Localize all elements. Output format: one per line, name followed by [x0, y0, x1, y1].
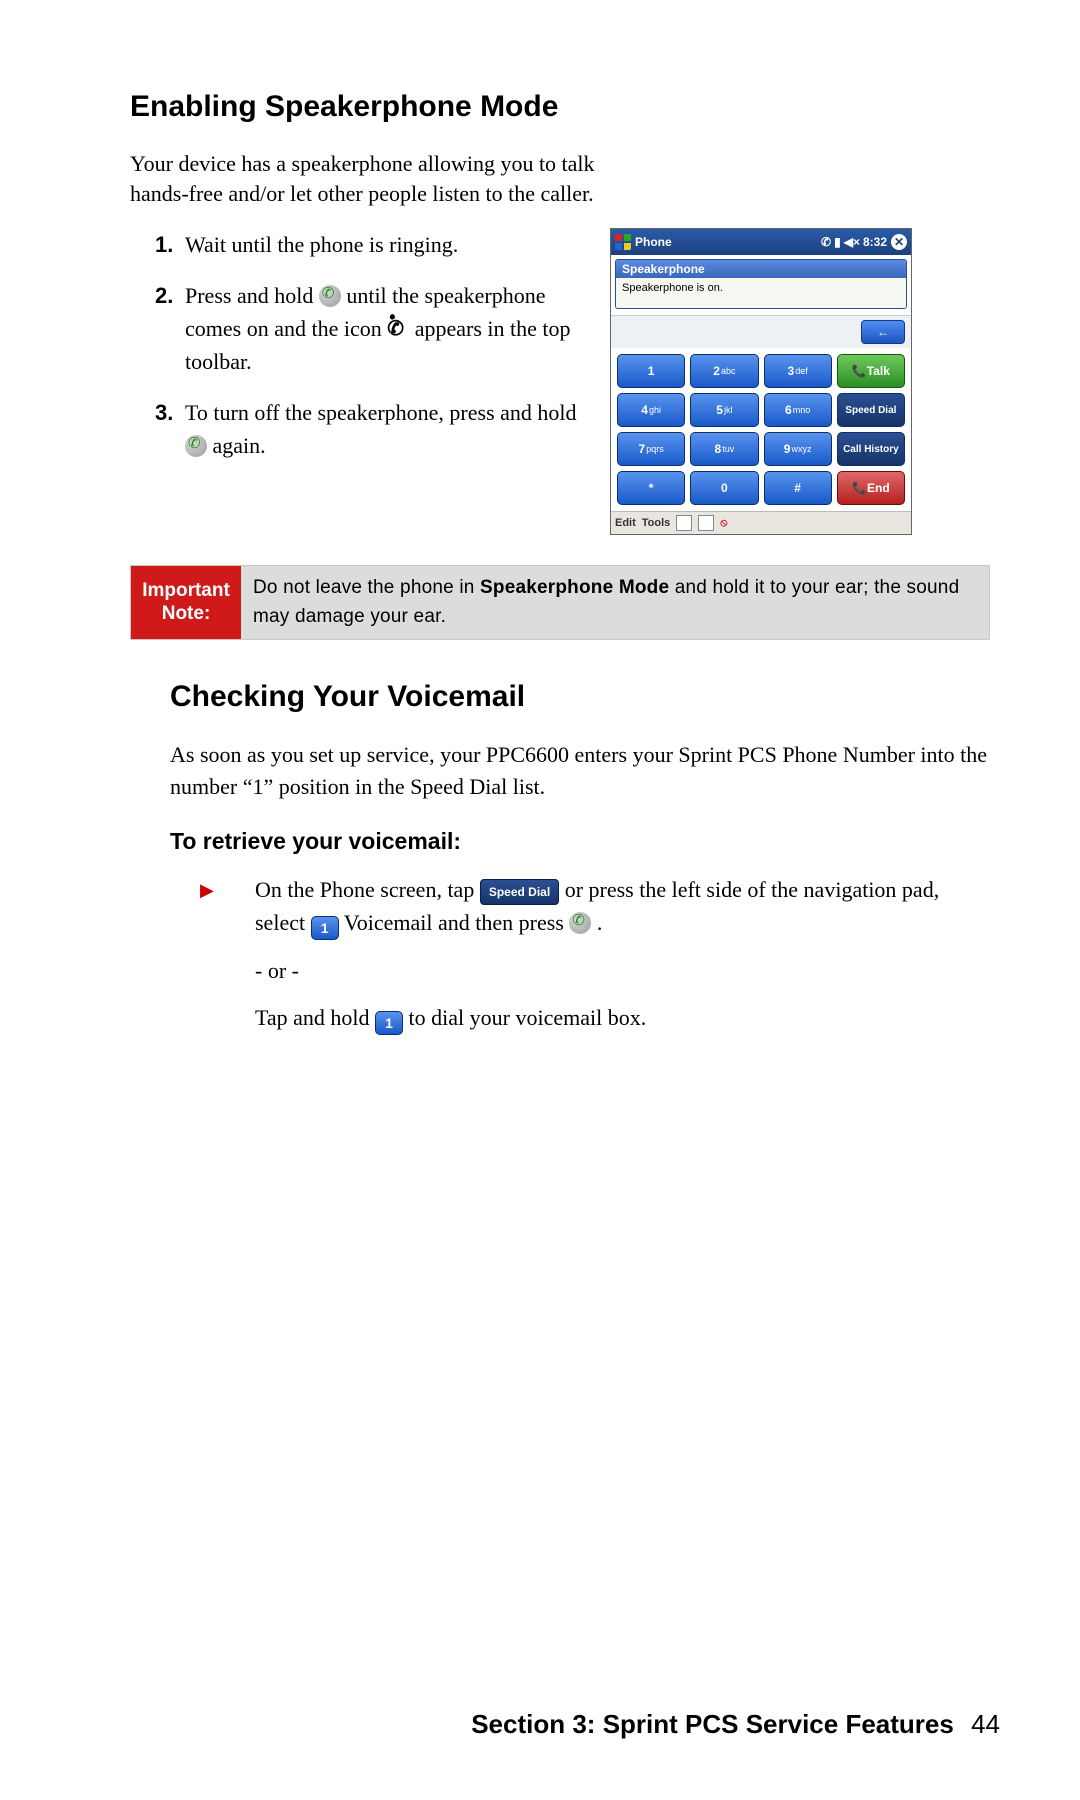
step-3-num: 3.	[155, 396, 173, 429]
talk-button-icon	[185, 435, 207, 457]
important-note-label: Important Note:	[131, 566, 241, 639]
step-2-text-a: Press and hold	[185, 283, 319, 308]
popup-title: Speakerphone	[616, 260, 906, 278]
key-7: 7pqrs	[617, 432, 685, 466]
step-1-num: 1.	[155, 228, 173, 261]
key-3: 3def	[764, 354, 832, 388]
key-talk: 📞 Talk	[837, 354, 905, 388]
key-8: 8tuv	[690, 432, 758, 466]
popup-body: Speakerphone is on.	[616, 278, 906, 308]
key-2: 2abc	[690, 354, 758, 388]
key-5: 5jkl	[690, 393, 758, 427]
speakerphone-indicator-icon	[387, 318, 409, 340]
step-1: 1. Wait until the phone is ringing.	[130, 228, 590, 261]
start-flag-icon	[615, 234, 631, 250]
device-display-row: ←	[611, 316, 911, 348]
menu-edit: Edit	[615, 517, 636, 529]
step-2-num: 2.	[155, 279, 173, 312]
speakerphone-status-icon: ✆	[821, 235, 831, 249]
device-titlebar: Phone ✆ ▮ ◀× 8:32 ✕	[611, 229, 911, 255]
mute-icon: ⦸	[720, 517, 727, 530]
page-number: 44	[971, 1709, 1000, 1739]
close-icon: ✕	[891, 234, 907, 250]
heading-voicemail: Checking Your Voicemail	[170, 680, 990, 714]
speed-dial-button-icon: Speed Dial	[480, 879, 559, 905]
subheading-retrieve: To retrieve your voicemail:	[170, 828, 990, 855]
contacts-icon	[698, 515, 714, 531]
key-9: 9wxyz	[764, 432, 832, 466]
talk-button-icon	[569, 912, 591, 934]
key-hash: #	[764, 471, 832, 505]
important-note-box: Important Note: Do not leave the phone i…	[130, 565, 990, 640]
backspace-key: ←	[861, 320, 905, 344]
key-0: 0	[690, 471, 758, 505]
voicemail-step-1: ▶ On the Phone screen, tap Speed Dial or…	[170, 873, 990, 940]
step-3: 3. To turn off the speakerphone, press a…	[130, 396, 590, 462]
heading-speakerphone: Enabling Speakerphone Mode	[130, 90, 990, 124]
step-3-text-a: To turn off the speakerphone, press and …	[185, 400, 577, 425]
talk-button-icon	[319, 285, 341, 307]
important-note-text: Do not leave the phone in Speakerphone M…	[241, 566, 989, 639]
status-icons: ✆ ▮ ◀× 8:32	[821, 235, 887, 249]
volume-icon: ◀×	[844, 235, 860, 249]
key-1: 1	[617, 354, 685, 388]
key-6: 6mno	[764, 393, 832, 427]
key-end: 📞 End	[837, 471, 905, 505]
device-title: Phone	[635, 235, 672, 249]
device-keypad: 1 2abc 3def 📞 Talk 4ghi 5jkl 6mno Speed …	[611, 348, 911, 511]
clock-text: 8:32	[863, 235, 887, 249]
footer-section: Section 3: Sprint PCS Service Features	[471, 1709, 954, 1739]
key-1-icon: 1	[311, 916, 339, 940]
vm-2-a: Tap and hold	[255, 1005, 375, 1030]
triangle-bullet-icon: ▶	[200, 877, 214, 904]
vm-2-b: to dial your voicemail box.	[409, 1005, 647, 1030]
key-4: 4ghi	[617, 393, 685, 427]
vm-1-c: Voicemail and then press	[344, 910, 570, 935]
step-2: 2. Press and hold until the speakerphone…	[130, 279, 590, 378]
key-1-icon: 1	[375, 1011, 403, 1035]
key-star: *	[617, 471, 685, 505]
step-1-text: Wait until the phone is ringing.	[185, 232, 458, 257]
vm-1-d: .	[597, 910, 603, 935]
intro-speakerphone: Your device has a speakerphone allowing …	[130, 149, 620, 208]
voicemail-or: - or -	[170, 954, 990, 987]
vm-1-a: On the Phone screen, tap	[255, 877, 480, 902]
signal-icon: ▮	[834, 235, 841, 249]
notes-icon	[676, 515, 692, 531]
device-bottombar: Edit Tools ⦸	[611, 511, 911, 534]
key-call-history: Call History	[837, 432, 905, 466]
device-screenshot: Phone ✆ ▮ ◀× 8:32 ✕ Speakerphone Speaker…	[610, 228, 912, 535]
menu-tools: Tools	[642, 517, 671, 529]
key-speed-dial: Speed Dial	[837, 393, 905, 427]
speakerphone-popup: Speakerphone Speakerphone is on.	[615, 259, 907, 309]
voicemail-step-2: Tap and hold 1 to dial your voicemail bo…	[170, 1001, 990, 1035]
page-footer: Section 3: Sprint PCS Service Features 4…	[0, 1709, 1000, 1740]
voicemail-intro: As soon as you set up service, your PPC6…	[170, 739, 990, 803]
step-3-text-b: again.	[213, 433, 266, 458]
